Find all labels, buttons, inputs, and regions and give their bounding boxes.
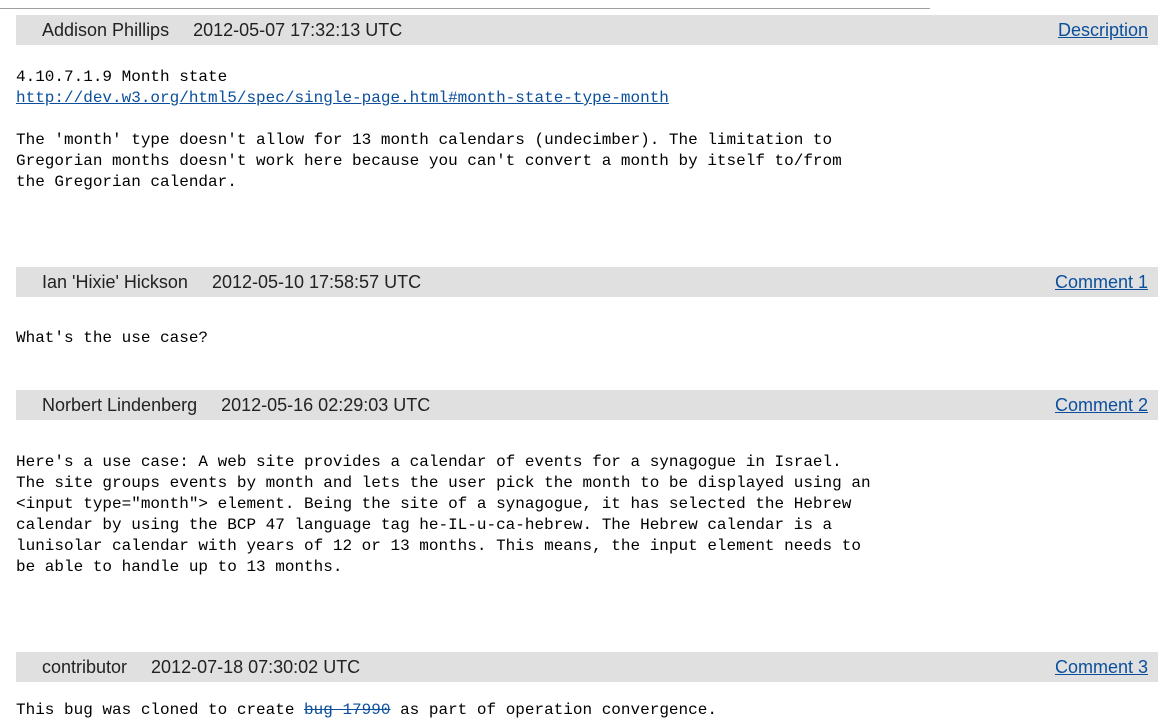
comment-body-3: This bug was cloned to create bug 17990 … [16,700,1156,721]
comment-body-1: What's the use case? [16,328,1156,349]
comment-header-2: Norbert Lindenberg 2012-05-16 02:29:03 U… [16,390,1158,420]
comment-time: 2012-05-07 17:32:13 UTC [193,19,403,40]
comment-header-3: contributor 2012-07-18 07:30:02 UTC Comm… [16,652,1158,682]
comment-header-1: Ian 'Hixie' Hickson 2012-05-10 17:58:57 … [16,267,1158,297]
comment-text-before: This bug was cloned to create [16,701,305,719]
comment-time: 2012-05-16 02:29:03 UTC [221,394,431,415]
comment-text: The 'month' type doesn't allow for 13 mo… [16,131,842,191]
description-link[interactable]: Description [1058,20,1148,41]
author-name: Norbert Lindenberg [42,394,198,415]
comment-text: What's the use case? [16,329,209,347]
comment-time: 2012-07-18 07:30:02 UTC [151,656,361,677]
spec-section-heading: 4.10.7.1.9 Month state [16,68,228,86]
comment-time: 2012-05-10 17:58:57 UTC [211,271,422,292]
spec-url-link[interactable]: http://dev.w3.org/html5/spec/single-page… [16,89,669,107]
comment-body-2: Here's a use case: A web site provides a… [16,452,1156,578]
comment-3-link[interactable]: Comment 3 [1055,657,1148,678]
comment-meta: contributor 2012-07-18 07:30:02 UTC [26,657,360,678]
comment-text: Here's a use case: A web site provides a… [16,453,871,576]
cloned-bug-link[interactable]: bug 17990 [304,701,390,719]
top-divider [0,8,930,9]
comment-body-description: 4.10.7.1.9 Month state http://dev.w3.org… [16,67,1156,193]
author-name: Ian 'Hixie' Hickson [42,271,188,292]
comment-header-description: Addison Phillips 2012-05-07 17:32:13 UTC… [16,15,1158,45]
comment-meta: Ian 'Hixie' Hickson 2012-05-10 17:58:57 … [26,272,421,293]
comment-meta: Norbert Lindenberg 2012-05-16 02:29:03 U… [26,395,430,416]
author-name: Addison Phillips [42,19,170,40]
comment-meta: Addison Phillips 2012-05-07 17:32:13 UTC [26,20,402,41]
comment-1-link[interactable]: Comment 1 [1055,272,1148,293]
comment-2-link[interactable]: Comment 2 [1055,395,1148,416]
author-name: contributor [42,656,128,677]
comment-text-after: as part of operation convergence. [390,701,717,719]
